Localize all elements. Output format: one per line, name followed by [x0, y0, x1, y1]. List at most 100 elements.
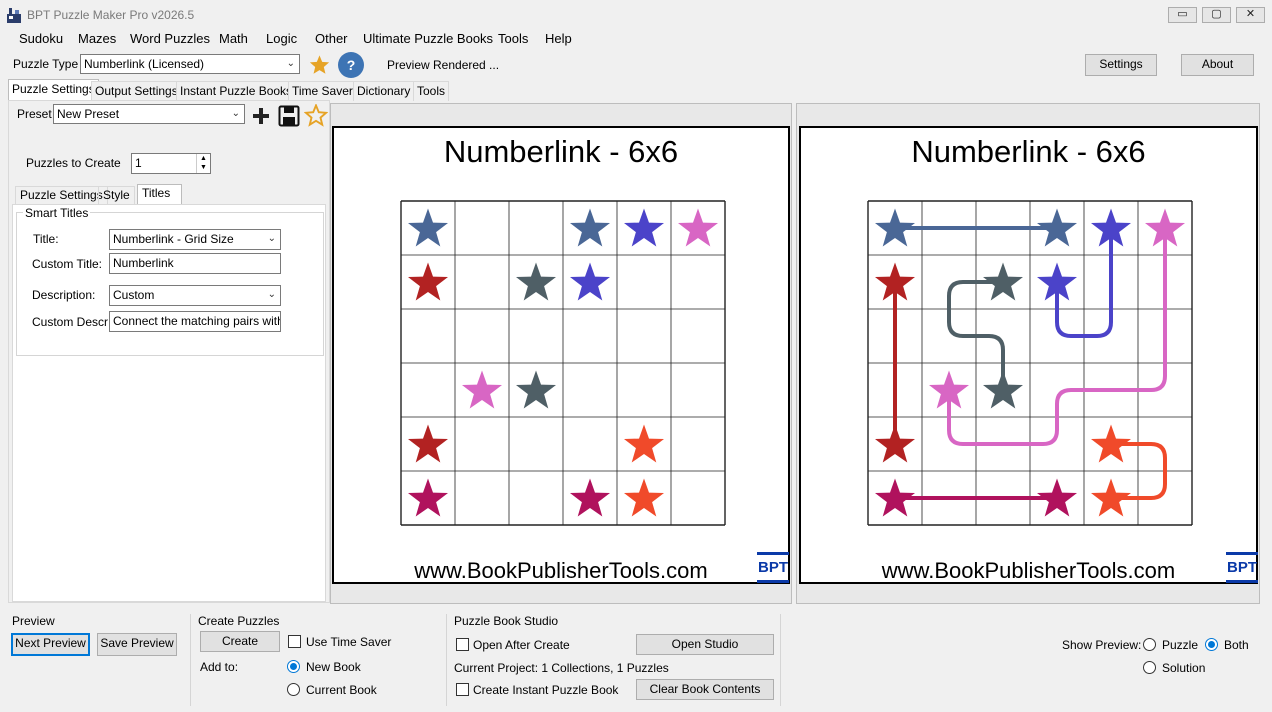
- show-solution-label: Solution: [1162, 661, 1206, 675]
- star-icon: [983, 370, 1023, 409]
- menu-word-puzzles[interactable]: Word Puzzles: [128, 31, 212, 46]
- menu-help[interactable]: Help: [543, 31, 574, 46]
- description-select[interactable]: Custom ⌄: [109, 285, 281, 306]
- menu-math[interactable]: Math: [217, 31, 250, 46]
- puzzle-title: Numberlink - 6x6: [443, 134, 679, 169]
- subtab-puzzle-settings[interactable]: Puzzle Settings: [15, 186, 108, 205]
- create-instant-book-checkbox[interactable]: [456, 683, 469, 696]
- divider: [446, 614, 447, 706]
- subtab-style[interactable]: Style: [98, 186, 135, 205]
- title-value: Numberlink - Grid Size: [113, 232, 234, 246]
- app-icon: [7, 8, 21, 23]
- divider: [190, 614, 191, 706]
- star-icon: [983, 262, 1023, 301]
- star-icon: [570, 478, 610, 517]
- show-preview-label: Show Preview:: [1062, 638, 1142, 652]
- solution-page: Numberlink - 6x6 www.BookPublisherTools.…: [799, 126, 1258, 584]
- star-icon: [408, 208, 448, 247]
- open-after-create-checkbox[interactable]: [456, 638, 469, 651]
- star-icon: [624, 478, 664, 517]
- custom-title-label: Custom Title:: [32, 257, 103, 271]
- add-preset-icon[interactable]: [252, 107, 270, 125]
- star-icon: [408, 262, 448, 301]
- star-icon: [408, 424, 448, 463]
- menu-mazes[interactable]: Mazes: [76, 31, 118, 46]
- menu-other[interactable]: Other: [313, 31, 350, 46]
- open-studio-button[interactable]: Open Studio: [636, 634, 774, 655]
- create-button[interactable]: Create: [200, 631, 280, 652]
- chevron-down-icon: ⌄: [286, 58, 295, 69]
- about-button[interactable]: About: [1181, 54, 1254, 76]
- show-puzzle-label: Puzzle: [1162, 638, 1199, 652]
- custom-descr-label: Custom Descr:: [32, 315, 112, 329]
- puzzles-to-create-spinner[interactable]: 1 ▲ ▼: [131, 153, 211, 174]
- show-both-radio[interactable]: [1205, 638, 1218, 651]
- window-title: BPT Puzzle Maker Pro v2026.5: [27, 8, 195, 22]
- tab-output-settings[interactable]: Output Settings: [91, 81, 182, 101]
- maximize-button[interactable]: ▢: [1202, 7, 1231, 23]
- tab-tools[interactable]: Tools: [413, 81, 450, 101]
- current-book-radio[interactable]: [287, 683, 300, 696]
- puzzle-page: Numberlink - 6x6 www.BookPublisherTools.…: [332, 126, 790, 584]
- use-time-saver-checkbox[interactable]: [288, 635, 301, 648]
- spinner-arrows-icon[interactable]: ▲ ▼: [196, 154, 210, 173]
- tab-time-saver[interactable]: Time Saver: [288, 81, 357, 101]
- add-to-label: Add to:: [200, 660, 239, 674]
- favorite-preset-icon[interactable]: [304, 104, 328, 127]
- solution-title: Numberlink - 6x6: [911, 134, 1146, 169]
- custom-descr-input[interactable]: Connect the matching pairs without: [109, 311, 281, 332]
- solution-grid: [867, 200, 1193, 526]
- puzzle-grid: [400, 200, 726, 526]
- close-button[interactable]: ✕: [1236, 7, 1265, 23]
- title-select[interactable]: Numberlink - Grid Size ⌄: [109, 229, 281, 250]
- menu-ultimate-puzzle-books[interactable]: Ultimate Puzzle Books: [361, 31, 495, 46]
- create-instant-book-label: Create Instant Puzzle Book: [473, 683, 619, 697]
- subtab-titles[interactable]: Titles: [137, 184, 182, 205]
- preset-select[interactable]: New Preset ⌄: [53, 104, 245, 124]
- description-value: Custom: [113, 288, 155, 302]
- chevron-down-icon: ⌄: [267, 233, 276, 244]
- help-icon[interactable]: ?: [338, 52, 364, 78]
- star-icon: [408, 478, 448, 517]
- menu-tools[interactable]: Tools: [496, 31, 530, 46]
- status-text: Preview Rendered ...: [387, 58, 500, 72]
- smart-titles-heading: Smart Titles: [23, 206, 91, 220]
- puzzle-type-select[interactable]: Numberlink (Licensed) ⌄: [80, 54, 300, 74]
- star-icon: [462, 370, 502, 409]
- open-after-create-label: Open After Create: [473, 638, 570, 652]
- show-solution-radio[interactable]: [1143, 661, 1156, 674]
- save-preview-button[interactable]: Save Preview: [97, 633, 177, 656]
- star-icon: [516, 262, 556, 301]
- star-icon: [678, 208, 718, 247]
- custom-title-input[interactable]: Numberlink: [109, 253, 281, 274]
- star-icon: [1091, 478, 1131, 517]
- settings-button[interactable]: Settings: [1085, 54, 1157, 76]
- favorite-star-icon[interactable]: [308, 54, 331, 76]
- tab-dictionary[interactable]: Dictionary: [353, 81, 415, 101]
- create-group-label: Create Puzzles: [198, 614, 280, 628]
- star-icon: [570, 262, 610, 301]
- bpt-logo: BPT: [1226, 552, 1258, 583]
- current-project-text: Current Project: 1 Collections, 1 Puzzle…: [454, 661, 669, 675]
- minimize-button[interactable]: ▭: [1168, 7, 1197, 23]
- puzzles-to-create-value: 1: [135, 156, 142, 170]
- tab-instant-puzzle-books[interactable]: Instant Puzzle Books: [176, 81, 297, 101]
- star-icon: [875, 424, 915, 463]
- menu-sudoku[interactable]: Sudoku: [17, 31, 65, 46]
- chevron-down-icon: ⌄: [267, 289, 276, 300]
- studio-group-label: Puzzle Book Studio: [454, 614, 559, 628]
- bpt-logo: BPT: [757, 552, 789, 583]
- star-icon: [1037, 478, 1077, 517]
- next-preview-button[interactable]: Next Preview: [11, 633, 90, 656]
- star-icon: [624, 424, 664, 463]
- menu-logic[interactable]: Logic: [264, 31, 299, 46]
- new-book-radio[interactable]: [287, 660, 300, 673]
- clear-book-contents-button[interactable]: Clear Book Contents: [636, 679, 774, 700]
- tab-puzzle-settings[interactable]: Puzzle Settings: [8, 79, 99, 101]
- save-preset-icon[interactable]: [278, 105, 300, 127]
- show-puzzle-radio[interactable]: [1143, 638, 1156, 651]
- star-icon: [1091, 424, 1131, 463]
- star-icon: [875, 478, 915, 517]
- puzzle-type-value: Numberlink (Licensed): [84, 57, 205, 71]
- chevron-down-icon: ⌄: [231, 108, 240, 119]
